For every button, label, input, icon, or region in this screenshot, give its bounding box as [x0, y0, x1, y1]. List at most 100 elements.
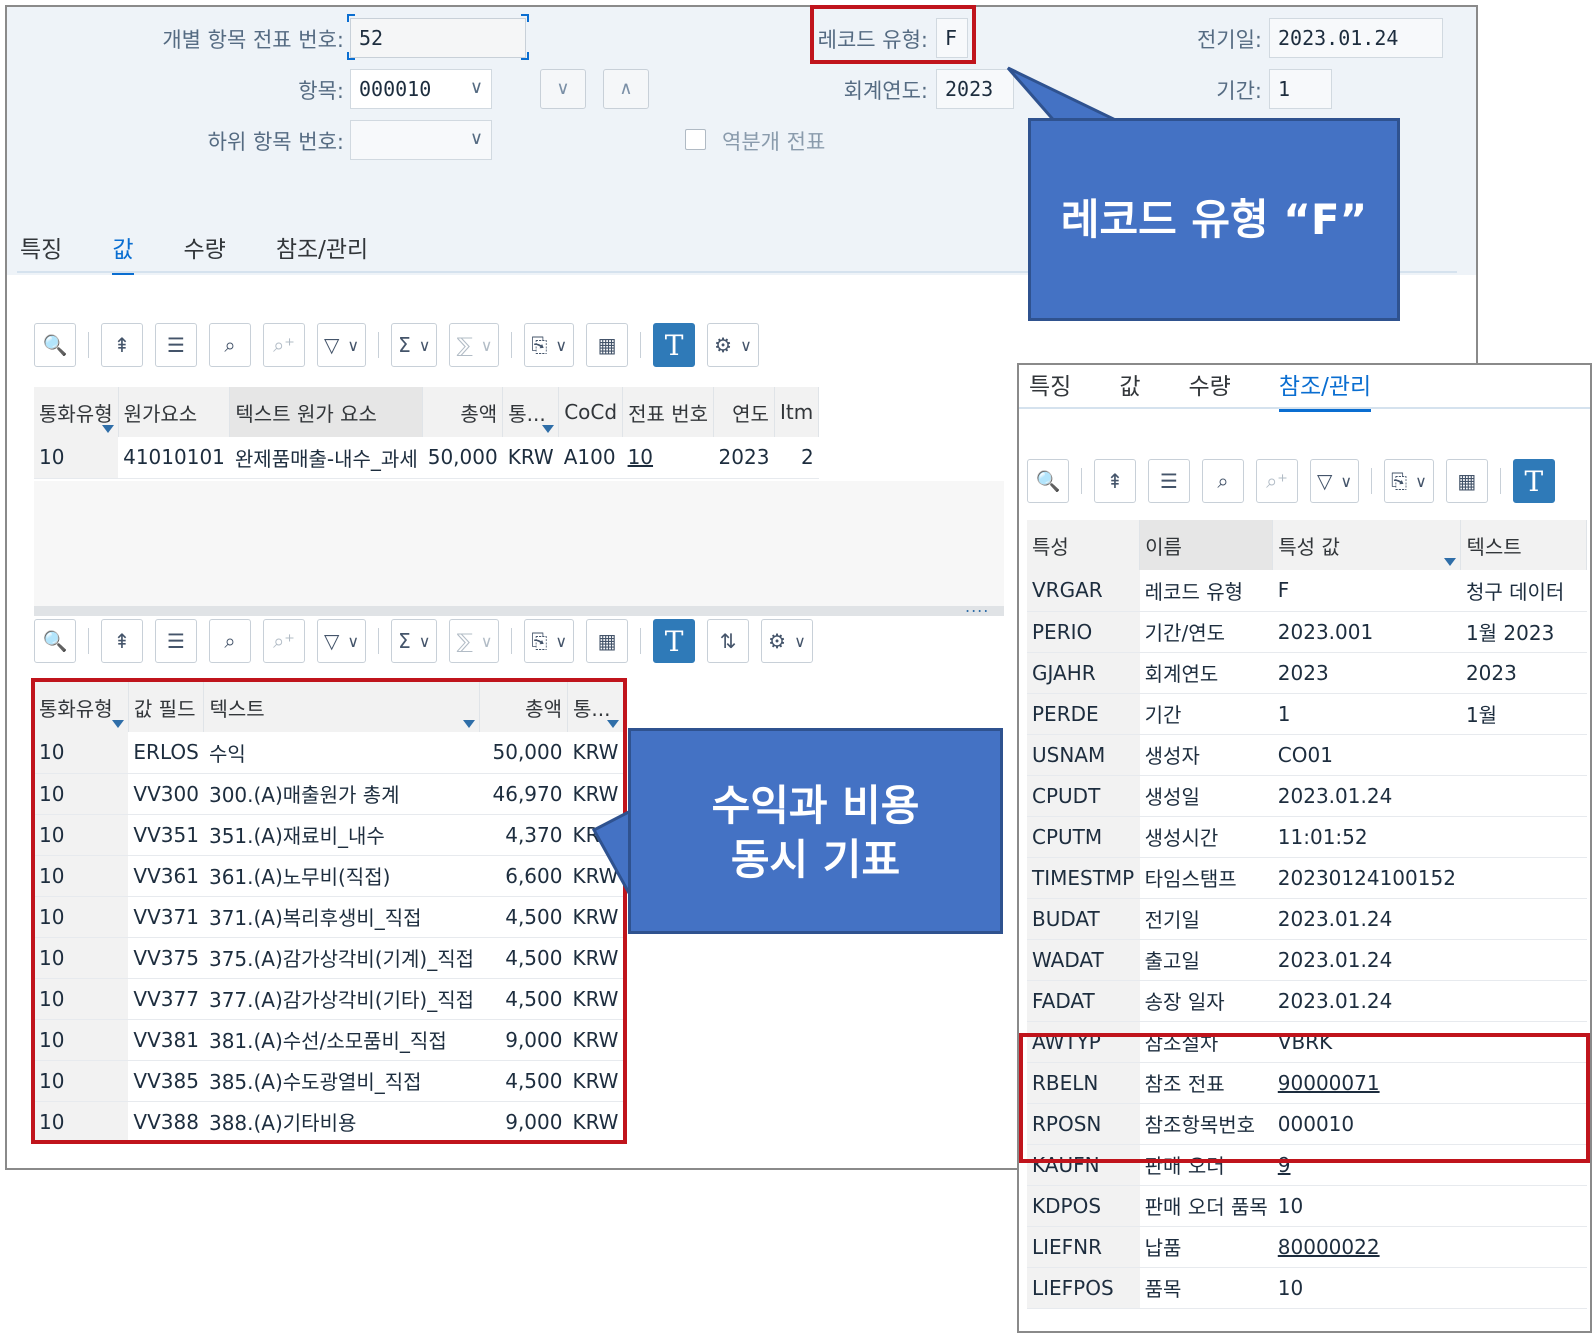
sum-button[interactable]: Σ ∨ — [391, 619, 438, 663]
text-toggle-icon[interactable]: T — [653, 619, 696, 663]
search-icon[interactable]: ⌕ — [1202, 459, 1244, 503]
reversal-checkbox[interactable] — [685, 129, 706, 150]
col-header[interactable]: 원가요소 — [118, 387, 231, 437]
table-row[interactable]: CPUDT 생성일 2023.01.24 — [1027, 775, 1587, 817]
posting-date-field[interactable]: 2023.01.24 — [1269, 18, 1443, 58]
grid-icon[interactable]: ▦ — [1445, 459, 1488, 503]
chevron-down-icon: ∨ — [469, 77, 483, 98]
grid-icon[interactable]: ▦ — [586, 323, 629, 367]
subtotal-button[interactable]: ⅀ ∨ — [449, 323, 500, 367]
top-table-toolbar: 🔍 ⇞ ☰ ⌕ ⌕⁺ ▽ ∨ Σ ∨ ⅀ ∨ ⎘ ∨ ▦ T ⚙ ∨ — [34, 323, 771, 367]
cell: 50,000 — [422, 437, 503, 479]
cell: KRW — [502, 437, 559, 479]
table-row[interactable]: FADAT 송장 일자 2023.01.24 — [1027, 980, 1587, 1022]
col-header[interactable]: 특성 — [1027, 520, 1141, 570]
filter-funnel-button[interactable]: ▽ ∨ — [317, 619, 367, 663]
col-header[interactable]: 전표 번호 — [622, 387, 715, 437]
swap-icon[interactable]: ⇅ — [707, 619, 750, 663]
table-row[interactable]: TIMESTMP 타임스탬프 20230124100152 — [1027, 857, 1587, 899]
tab-quantity[interactable]: 수량 — [184, 230, 226, 275]
currency-button[interactable]: ⚙ ∨ — [707, 323, 759, 367]
doc-link[interactable]: 10 — [622, 437, 714, 479]
col-header[interactable]: 통화유형 — [34, 387, 119, 437]
grid-icon[interactable]: ▦ — [586, 619, 629, 663]
period-label: 기간: — [1216, 79, 1262, 103]
text-toggle-icon[interactable]: T — [1512, 459, 1555, 503]
period-field[interactable]: 1 — [1269, 69, 1332, 109]
search-icon[interactable]: ⌕ — [209, 619, 251, 663]
table-row[interactable]: KDPOS 판매 오더 품목 10 — [1027, 1185, 1587, 1227]
filter-lines-icon[interactable]: ☰ — [155, 323, 197, 367]
separator — [378, 332, 380, 358]
splitter[interactable] — [34, 606, 1004, 616]
sub-item-select[interactable]: ∨ — [350, 120, 492, 160]
filter-funnel-button[interactable]: ▽ ∨ — [317, 323, 367, 367]
table-row[interactable]: WADAT 출고일 2023.01.24 — [1027, 939, 1587, 981]
col-header[interactable]: 텍스트 원가 요소 — [229, 387, 424, 437]
col-header[interactable]: 통... — [502, 387, 560, 437]
filter-lines-icon[interactable]: ☰ — [155, 619, 197, 663]
chevron-down-icon: ∨ — [1340, 471, 1353, 491]
tab-values[interactable]: 값 — [1119, 367, 1140, 412]
zoom-icon[interactable]: 🔍 — [34, 619, 76, 663]
search-icon[interactable]: ⌕ — [209, 323, 251, 367]
move-top-icon[interactable]: ⇞ — [1094, 459, 1136, 503]
table-row[interactable]: LIEFNR 납품 80000022 — [1027, 1226, 1587, 1268]
text-toggle-icon[interactable]: T — [653, 323, 696, 367]
table-row[interactable]: PERDE 기간 1 1월 — [1027, 693, 1587, 735]
cell: 전기일 — [1139, 898, 1273, 940]
move-top-icon[interactable]: ⇞ — [101, 323, 143, 367]
table-header-row: 통화유형 원가요소 텍스트 원가 요소 총액 통... CoCd 전표 번호 연… — [34, 387, 820, 437]
ref-link[interactable]: 80000022 — [1272, 1226, 1461, 1268]
tab-reference[interactable]: 참조/관리 — [276, 230, 368, 275]
currency-button[interactable]: ⚙ ∨ — [761, 619, 813, 663]
table-row[interactable]: PERIO 기간/연도 2023.001 1월 2023 — [1027, 611, 1587, 653]
filter-funnel-button[interactable]: ▽ ∨ — [1310, 459, 1360, 503]
sum-button[interactable]: Σ ∨ — [391, 323, 438, 367]
posting-date-label: 전기일: — [1196, 28, 1262, 52]
next-item-button[interactable]: ∨ — [540, 69, 586, 109]
col-header[interactable]: 총액 — [422, 387, 504, 437]
cell: GJAHR — [1027, 652, 1140, 694]
col-header[interactable]: CoCd — [558, 387, 624, 437]
table-row[interactable]: GJAHR 회계연도 2023 2023 — [1027, 652, 1587, 694]
cell: 2023.01.24 — [1272, 980, 1461, 1022]
filter-lines-icon[interactable]: ☰ — [1148, 459, 1190, 503]
table-row[interactable]: 10 41010101 완제품매출-내수_과세 50,000 KRW A100 … — [34, 437, 819, 479]
export-button[interactable]: ⎘ ∨ — [524, 323, 575, 367]
table-row[interactable]: LIEFPOS 품목 10 — [1027, 1267, 1587, 1309]
export-button[interactable]: ⎘ ∨ — [1384, 459, 1434, 503]
cell: 10 — [1272, 1267, 1461, 1309]
subtotal-button[interactable]: ⅀ ∨ — [449, 619, 500, 663]
item-select[interactable]: 000010 ∨ — [350, 69, 492, 109]
table-row[interactable]: CPUTM 생성시간 11:01:52 — [1027, 816, 1587, 858]
doc-no-field[interactable]: 52 — [350, 18, 526, 58]
separator — [1499, 468, 1501, 494]
cell: 기간 — [1139, 693, 1273, 735]
tab-values[interactable]: 값 — [112, 230, 134, 275]
search-next-icon[interactable]: ⌕⁺ — [263, 323, 305, 367]
table-row[interactable]: USNAM 생성자 CO01 — [1027, 734, 1587, 776]
search-next-icon[interactable]: ⌕⁺ — [263, 619, 305, 663]
export-button[interactable]: ⎘ ∨ — [524, 619, 575, 663]
table-row[interactable]: VRGAR 레코드 유형 F 청구 데이터 — [1027, 570, 1587, 612]
move-top-icon[interactable]: ⇞ — [101, 619, 143, 663]
tab-quantity[interactable]: 수량 — [1189, 367, 1231, 412]
zoom-icon[interactable]: 🔍 — [1027, 459, 1069, 503]
col-header[interactable]: 연도 — [713, 387, 775, 437]
search-next-icon[interactable]: ⌕⁺ — [1256, 459, 1298, 503]
cell: 1월 — [1460, 693, 1587, 735]
table-row[interactable]: BUDAT 전기일 2023.01.24 — [1027, 898, 1587, 940]
col-header[interactable]: 특성 값 — [1272, 520, 1462, 570]
col-header[interactable]: 텍스트 — [1460, 520, 1587, 570]
prev-item-button[interactable]: ∧ — [603, 69, 649, 109]
col-header[interactable]: 이름 — [1139, 520, 1274, 570]
tab-reference[interactable]: 참조/관리 — [1278, 367, 1372, 412]
zoom-icon[interactable]: 🔍 — [34, 323, 76, 367]
cell — [1460, 1185, 1587, 1227]
tab-characteristics[interactable]: 특징 — [1029, 367, 1071, 412]
col-header[interactable]: Itm — [774, 387, 820, 437]
cell — [1460, 734, 1587, 776]
cell: LIEFNR — [1027, 1226, 1140, 1268]
tab-characteristics[interactable]: 특징 — [20, 230, 62, 275]
